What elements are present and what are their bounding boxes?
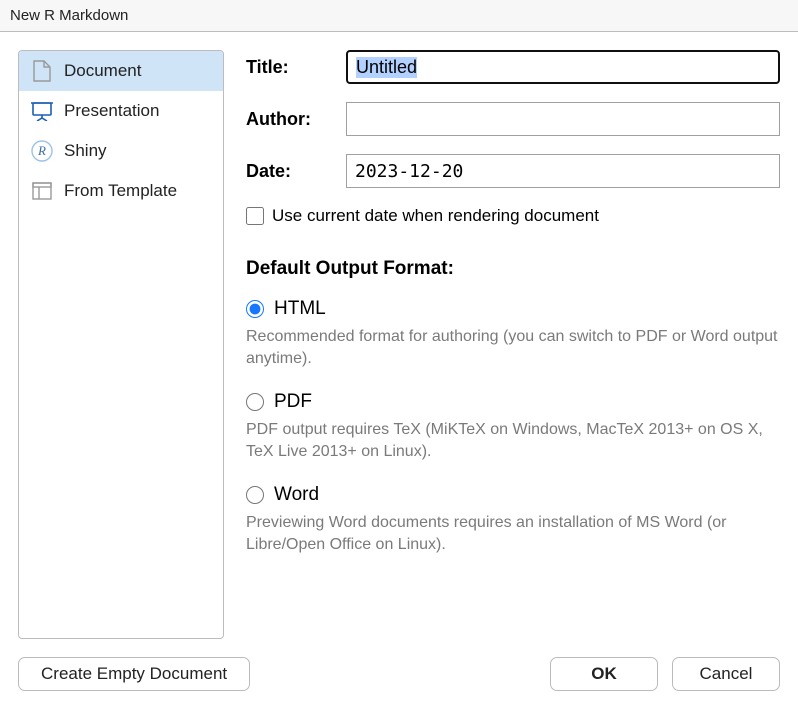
radio-option-word: Word Previewing Word documents requires … (246, 484, 780, 555)
template-icon (31, 180, 53, 202)
author-label: Author: (246, 109, 346, 130)
sidebar-item-label: From Template (64, 181, 211, 201)
use-current-date-checkbox[interactable] (246, 207, 264, 225)
sidebar-item-label: Shiny (64, 141, 211, 161)
radio-option-pdf: PDF PDF output requires TeX (MiKTeX on W… (246, 391, 780, 462)
radio-word-label: Word (274, 484, 319, 506)
sidebar-item-shiny[interactable]: R Shiny (19, 131, 223, 171)
radio-word-desc: Previewing Word documents requires an in… (246, 512, 780, 555)
date-row: Date: (246, 154, 780, 188)
radio-pdf-label: PDF (274, 391, 312, 413)
date-input[interactable] (346, 154, 780, 188)
radio-pdf[interactable] (246, 393, 264, 411)
sidebar-item-from-template[interactable]: From Template (19, 171, 223, 211)
radio-option-html: HTML Recommended format for authoring (y… (246, 298, 780, 369)
title-input[interactable] (346, 50, 780, 84)
cancel-button[interactable]: Cancel (672, 657, 780, 691)
button-row: Create Empty Document OK Cancel (0, 639, 798, 709)
window-title: New R Markdown (10, 7, 128, 24)
radio-html-desc: Recommended format for authoring (you ca… (246, 326, 780, 369)
dialog-body: Document Presentation (0, 32, 798, 709)
radio-word[interactable] (246, 486, 264, 504)
date-label: Date: (246, 161, 346, 182)
content-row: Document Presentation (0, 32, 798, 639)
sidebar-item-label: Document (64, 61, 211, 81)
ok-button[interactable]: OK (550, 657, 658, 691)
radio-html[interactable] (246, 300, 264, 318)
file-icon (31, 60, 53, 82)
presentation-icon (31, 100, 53, 122)
sidebar: Document Presentation (18, 50, 224, 639)
radio-html-line[interactable]: HTML (246, 298, 780, 320)
author-row: Author: (246, 102, 780, 136)
title-row: Title: (246, 50, 780, 84)
output-format-heading: Default Output Format: (246, 258, 780, 280)
create-empty-document-button[interactable]: Create Empty Document (18, 657, 250, 691)
use-current-date-row[interactable]: Use current date when rendering document (246, 206, 780, 226)
radio-pdf-line[interactable]: PDF (246, 391, 780, 413)
radio-pdf-desc: PDF output requires TeX (MiKTeX on Windo… (246, 419, 780, 462)
radio-word-line[interactable]: Word (246, 484, 780, 506)
title-label: Title: (246, 57, 346, 78)
use-current-date-label: Use current date when rendering document (272, 206, 599, 226)
window-titlebar: New R Markdown (0, 0, 798, 32)
sidebar-item-presentation[interactable]: Presentation (19, 91, 223, 131)
form-area: Title: Author: Date: Use current date wh… (246, 50, 780, 639)
sidebar-item-label: Presentation (64, 101, 211, 121)
r-shiny-icon: R (31, 140, 53, 162)
sidebar-item-document[interactable]: Document (19, 51, 223, 91)
author-input[interactable] (346, 102, 780, 136)
radio-html-label: HTML (274, 298, 326, 320)
svg-text:R: R (37, 143, 46, 158)
